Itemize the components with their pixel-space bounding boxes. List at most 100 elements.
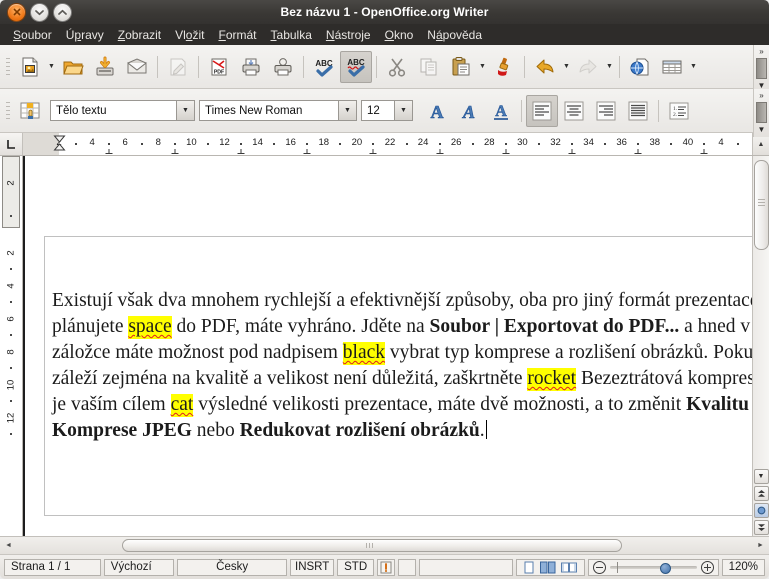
language-indicator[interactable]: Česky <box>177 558 288 576</box>
align-right-button[interactable] <box>590 95 622 127</box>
ruler-tab-stop[interactable] <box>634 149 642 154</box>
print-file-button[interactable] <box>235 51 267 83</box>
paragraph-styles-button[interactable] <box>14 95 46 127</box>
horizontal-scroll-thumb[interactable] <box>122 539 622 552</box>
page-indicator[interactable]: Strana 1 / 1 <box>4 558 101 576</box>
indent-markers[interactable] <box>53 135 66 151</box>
selection-mode-indicator[interactable]: STD <box>337 558 375 576</box>
send-email-button[interactable] <box>121 51 153 83</box>
zoom-slider[interactable] <box>587 558 719 576</box>
highlighted-misspelled-word[interactable]: cat <box>170 394 194 417</box>
copy-button[interactable] <box>413 51 445 83</box>
redo-dropdown[interactable]: ▼ <box>604 52 615 82</box>
ruler-tab-stop[interactable] <box>105 149 113 154</box>
book-view-button[interactable] <box>561 561 578 574</box>
document-canvas[interactable]: Existují však dva mnohem rychlejší a efe… <box>23 156 752 536</box>
vertical-ruler[interactable]: 2 2 4 6 8 10 12 <box>0 156 23 536</box>
spelling-check-button[interactable]: ABC <box>308 51 340 83</box>
standard-toolbar-overflow[interactable]: » ▼ <box>753 45 769 93</box>
tab-stop-selector[interactable] <box>0 133 23 155</box>
highlighted-misspelled-word[interactable]: black <box>342 342 386 365</box>
table-dropdown[interactable]: ▼ <box>688 52 699 82</box>
ruler-tab-stop[interactable] <box>502 149 510 154</box>
highlighted-misspelled-word[interactable]: space <box>128 316 172 339</box>
maximize-window-button[interactable] <box>53 2 72 22</box>
menu-zobrazit[interactable]: Zobrazit <box>111 26 168 44</box>
next-page-button[interactable] <box>753 520 769 535</box>
underline-button[interactable]: A <box>485 95 517 127</box>
insert-table-button[interactable] <box>656 51 688 83</box>
ruler-tab-stop[interactable] <box>303 149 311 154</box>
document-line[interactable]: Komprese JPEG nebo Redukovat rozlišení o… <box>52 418 746 444</box>
edit-file-button[interactable] <box>162 51 194 83</box>
menu-soubor[interactable]: Soubor <box>6 26 59 44</box>
hyperlink-button[interactable] <box>624 51 656 83</box>
horizontal-scroll-track[interactable] <box>17 537 752 554</box>
section-info[interactable] <box>418 558 513 576</box>
clone-formatting-button[interactable] <box>488 51 520 83</box>
vertical-scrollbar[interactable]: ▼ <box>752 156 769 536</box>
document-line[interactable]: je vaším cílem cat výsledné velikosti pr… <box>52 392 749 418</box>
scroll-right-button[interactable]: ► <box>752 537 769 554</box>
print-preview-button[interactable] <box>267 51 299 83</box>
redo-button[interactable] <box>572 51 604 83</box>
insert-mode-indicator[interactable]: INSRT <box>290 558 335 576</box>
navigator-button[interactable] <box>753 503 769 518</box>
close-window-button[interactable] <box>7 2 26 22</box>
font-size-combo[interactable]: 12 ▼ <box>361 100 413 121</box>
font-name-combo[interactable]: Times New Roman ▼ <box>199 100 357 121</box>
document-line[interactable]: záložce máte možnost pod nadpisem black … <box>52 340 752 366</box>
export-pdf-button[interactable]: PDF <box>203 51 235 83</box>
menu-vlozit[interactable]: Vložit <box>168 26 211 44</box>
align-left-button[interactable] <box>526 94 558 127</box>
formatting-toolbar-overflow[interactable]: » ▼ <box>753 89 769 137</box>
single-page-view-button[interactable] <box>523 561 535 574</box>
ruler-tab-stop[interactable] <box>171 149 179 154</box>
ruler-tab-stop[interactable] <box>700 149 708 154</box>
document-text[interactable]: Existují však dva mnohem rychlejší a efe… <box>52 288 752 444</box>
ruler-tab-stop[interactable] <box>369 149 377 154</box>
toolbar-grip[interactable] <box>4 54 12 80</box>
undo-button[interactable] <box>529 51 561 83</box>
previous-page-button[interactable] <box>753 486 769 501</box>
font-size-dropdown-button[interactable]: ▼ <box>394 101 412 120</box>
cut-button[interactable] <box>381 51 413 83</box>
scroll-left-button[interactable]: ◄ <box>0 537 17 554</box>
italic-button[interactable]: A <box>453 95 485 127</box>
align-center-button[interactable] <box>558 95 590 127</box>
ruler-tab-stop[interactable] <box>568 149 576 154</box>
toolbar-overflow-thumb[interactable] <box>756 102 767 123</box>
ordered-list-button[interactable]: 1. 2. <box>663 95 695 127</box>
toolbar-overflow-thumb[interactable] <box>756 58 767 79</box>
menu-nastroje[interactable]: Nástroje <box>319 26 378 44</box>
vertical-scroll-track[interactable] <box>753 156 769 468</box>
paste-button[interactable] <box>445 51 477 83</box>
ruler-tab-stop[interactable] <box>237 149 245 154</box>
autospellcheck-button[interactable]: ABC <box>340 50 372 83</box>
vertical-scroll-thumb[interactable] <box>754 160 769 250</box>
new-document-dropdown[interactable]: ▼ <box>46 52 57 82</box>
multi-page-view-button[interactable] <box>540 561 556 574</box>
zoom-slider-track[interactable] <box>609 561 697 574</box>
zoom-in-button[interactable] <box>700 560 714 574</box>
menu-tabulka[interactable]: Tabulka <box>264 26 319 44</box>
undo-dropdown[interactable]: ▼ <box>561 52 572 82</box>
open-document-button[interactable] <box>57 51 89 83</box>
document-modified-indicator[interactable] <box>377 558 395 576</box>
font-name-dropdown-button[interactable]: ▼ <box>338 101 356 120</box>
paragraph-style-combo[interactable]: Tělo textu ▼ <box>50 100 195 121</box>
paragraph-style-dropdown-button[interactable]: ▼ <box>176 101 194 120</box>
formatting-toolbar-grip[interactable] <box>4 98 12 124</box>
align-justify-button[interactable] <box>622 95 654 127</box>
ruler-tab-stop[interactable] <box>436 149 444 154</box>
menu-okno[interactable]: Okno <box>378 26 421 44</box>
scroll-down-button[interactable]: ▼ <box>753 469 769 484</box>
zoom-slider-handle[interactable] <box>660 562 672 574</box>
menu-upravy[interactable]: Úpravy <box>59 26 111 44</box>
document-line[interactable]: plánujete space do PDF, máte vyhráno. Jd… <box>52 314 752 340</box>
document-line[interactable]: Existují však dva mnohem rychlejší a efe… <box>52 288 752 314</box>
minimize-window-button[interactable] <box>30 2 49 22</box>
menu-format[interactable]: Formát <box>211 26 263 44</box>
highlighted-misspelled-word[interactable]: rocket <box>527 368 577 391</box>
zoom-out-button[interactable] <box>592 560 606 574</box>
